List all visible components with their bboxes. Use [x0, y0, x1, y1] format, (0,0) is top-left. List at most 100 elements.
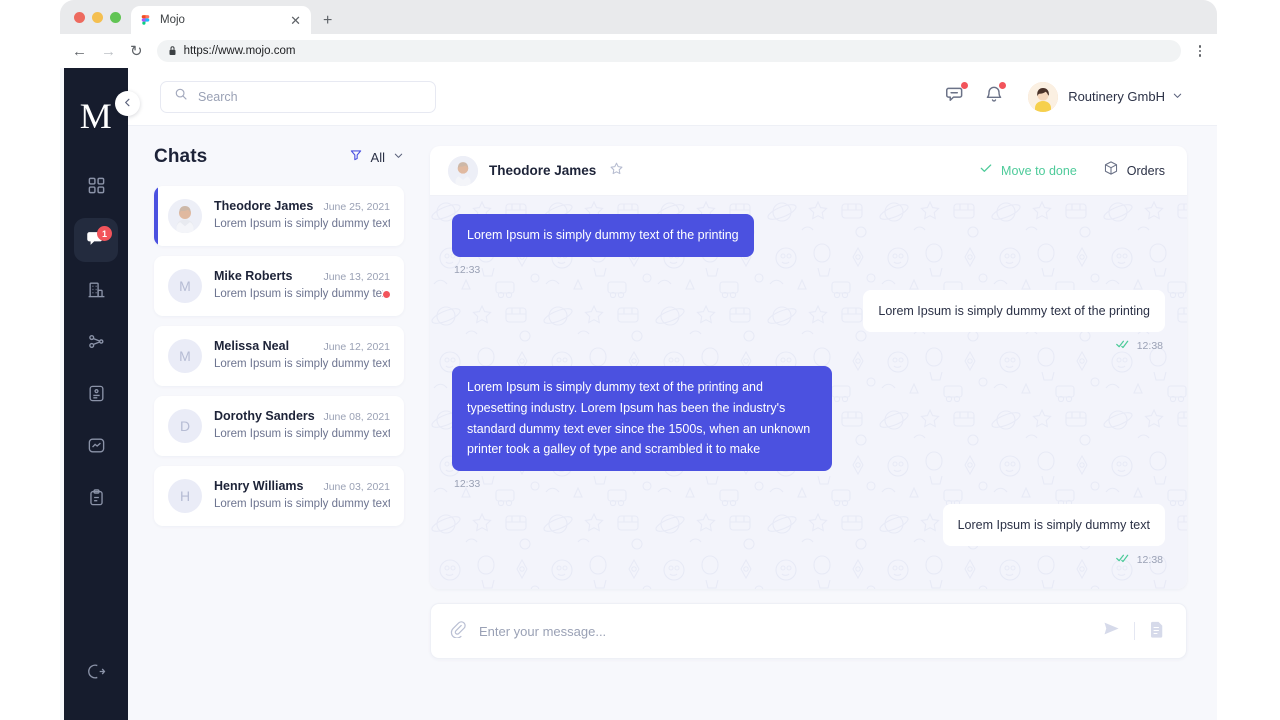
share-nodes-icon: [87, 332, 106, 356]
chat-item-body: Melissa Neal June 12, 2021 Lorem Ipsum i…: [214, 339, 390, 373]
chat-filter-dropdown[interactable]: All: [349, 148, 404, 167]
document-icon: [87, 384, 106, 408]
chat-list-item[interactable]: M Melissa Neal June 12, 2021 Lorem Ipsum…: [154, 326, 404, 386]
avatar: D: [168, 409, 202, 443]
star-outline-icon: [609, 161, 624, 181]
close-window-button[interactable]: [74, 12, 85, 23]
grid-icon: [87, 176, 106, 200]
chat-item-preview: Lorem Ipsum is simply dummy text of the.…: [214, 498, 390, 510]
chat-item-name: Mike Roberts: [214, 269, 293, 283]
forward-button[interactable]: →: [101, 44, 116, 59]
avatar: [448, 156, 478, 186]
message-incoming: Lorem Ipsum is simply dummy text of the …: [452, 290, 1165, 353]
avatar: [1028, 82, 1058, 112]
chat-list-header: Chats All: [154, 146, 404, 168]
address-bar[interactable]: https://www.mojo.com: [157, 40, 1181, 62]
chat-item-body: Mike Roberts June 13, 2021 Lorem Ipsum i…: [214, 269, 390, 303]
chat-item-preview: Lorem Ipsum is simply dummy text...: [214, 288, 383, 300]
message-composer[interactable]: Enter your message...: [430, 603, 1187, 659]
sidebar-item-documents[interactable]: [74, 374, 118, 418]
chat-list-panel: Chats All: [128, 126, 426, 720]
app-logo: M: [80, 86, 113, 152]
browser-tabstrip: Mojo ✕ +: [60, 0, 1217, 34]
message-input[interactable]: Enter your message...: [479, 624, 1090, 639]
clipboard-icon: [87, 488, 106, 512]
composer-divider: [1134, 622, 1135, 640]
back-button[interactable]: ←: [72, 44, 87, 59]
paperclip-icon[interactable]: [449, 620, 467, 643]
logout-icon: [87, 662, 106, 686]
chat-list-item[interactable]: D Dorothy Sanders June 08, 2021 Lorem Ip…: [154, 396, 404, 456]
orders-label: Orders: [1127, 164, 1165, 178]
close-icon[interactable]: ✕: [288, 14, 303, 27]
chat-item-preview: Lorem Ipsum is simply dummy text of the.…: [214, 358, 390, 370]
orders-button[interactable]: Orders: [1103, 160, 1165, 181]
content-area: Chats All: [128, 126, 1217, 720]
sidebar-item-tasks[interactable]: [74, 478, 118, 522]
chat-list-item[interactable]: M Mike Roberts June 13, 2021 Lorem Ipsum…: [154, 256, 404, 316]
chat-item-preview: Lorem Ipsum is simply dummy text of the.…: [214, 428, 390, 440]
messages-button[interactable]: [945, 84, 966, 110]
browser-window: Mojo ✕ + ← → ↻ https://www.mojo.com M: [60, 0, 1217, 720]
search-placeholder: Search: [198, 90, 238, 104]
conversation-panel: Theodore James: [426, 126, 1217, 720]
chat-item-date: June 03, 2021: [323, 481, 390, 493]
sidebar-item-chats[interactable]: 1: [74, 218, 118, 262]
user-menu[interactable]: Routinery GmbH: [1028, 82, 1183, 112]
chat-item-date: June 12, 2021: [323, 341, 390, 353]
chat-item-name: Theodore James: [214, 199, 313, 213]
sidebar-item-logout[interactable]: [74, 652, 118, 696]
sidebar-item-analytics[interactable]: [74, 426, 118, 470]
chevron-down-icon: [393, 148, 404, 166]
window-traffic-lights: [74, 0, 131, 34]
message-meta: 12:33: [452, 264, 480, 276]
chat-list-item[interactable]: Theodore James June 25, 2021 Lorem Ipsum…: [154, 186, 404, 246]
minimize-window-button[interactable]: [92, 12, 103, 23]
message-time: 12:33: [454, 478, 480, 490]
tab-title: Mojo: [160, 14, 280, 26]
url-text: https://www.mojo.com: [184, 45, 296, 57]
chart-square-icon: [87, 436, 106, 460]
chat-item-body: Dorothy Sanders June 08, 2021 Lorem Ipsu…: [214, 409, 390, 443]
search-icon: [174, 87, 188, 106]
sidebar-item-dashboard[interactable]: [74, 166, 118, 210]
kebab-menu-icon[interactable]: [1195, 43, 1206, 59]
funnel-icon: [349, 148, 363, 167]
maximize-window-button[interactable]: [110, 12, 121, 23]
new-tab-button[interactable]: +: [323, 12, 332, 30]
browser-tab[interactable]: Mojo ✕: [131, 6, 311, 34]
favorite-button[interactable]: [609, 161, 624, 181]
conversation-contact-name: Theodore James: [489, 163, 596, 178]
sidebar-collapse-button[interactable]: [115, 91, 140, 116]
chevron-down-icon: [1172, 88, 1183, 106]
box-icon: [1103, 160, 1119, 181]
chat-list: Theodore James June 25, 2021 Lorem Ipsum…: [154, 186, 404, 526]
user-name: Routinery GmbH: [1068, 89, 1165, 104]
notifications-button[interactable]: [984, 84, 1004, 109]
message-bubble: Lorem Ipsum is simply dummy text of the …: [452, 214, 754, 257]
conversation-header: Theodore James: [430, 146, 1187, 196]
message-outgoing: Lorem Ipsum is simply dummy text of the …: [452, 366, 1165, 490]
sidebar-item-company[interactable]: [74, 270, 118, 314]
search-input[interactable]: Search: [160, 81, 436, 113]
message-bubble: Lorem Ipsum is simply dummy text of the …: [863, 290, 1165, 333]
chats-unread-badge: 1: [97, 226, 112, 241]
message-thread[interactable]: Lorem Ipsum is simply dummy text of the …: [430, 196, 1187, 589]
top-bar-actions: Routinery GmbH: [945, 82, 1183, 112]
check-icon: [979, 161, 993, 180]
move-to-done-button[interactable]: Move to done: [979, 161, 1077, 180]
sidebar-item-network[interactable]: [74, 322, 118, 366]
chat-list-item[interactable]: H Henry Williams June 03, 2021 Lorem Ips…: [154, 466, 404, 526]
chat-item-body: Theodore James June 25, 2021 Lorem Ipsum…: [214, 199, 390, 233]
reload-button[interactable]: ↻: [130, 44, 143, 59]
chat-filter-label: All: [371, 150, 385, 165]
notifications-unread-dot: [999, 82, 1006, 89]
building-icon: [87, 280, 106, 304]
message-bubble: Lorem Ipsum is simply dummy text of the …: [452, 366, 832, 471]
chat-item-preview: Lorem Ipsum is simply dummy text of the.…: [214, 218, 390, 230]
file-icon[interactable]: [1148, 620, 1166, 643]
message-incoming: Lorem Ipsum is simply dummy text 12:38: [452, 504, 1165, 567]
double-check-icon: [1116, 553, 1130, 566]
message-meta: 12:33: [452, 478, 480, 490]
send-icon[interactable]: [1102, 619, 1121, 643]
